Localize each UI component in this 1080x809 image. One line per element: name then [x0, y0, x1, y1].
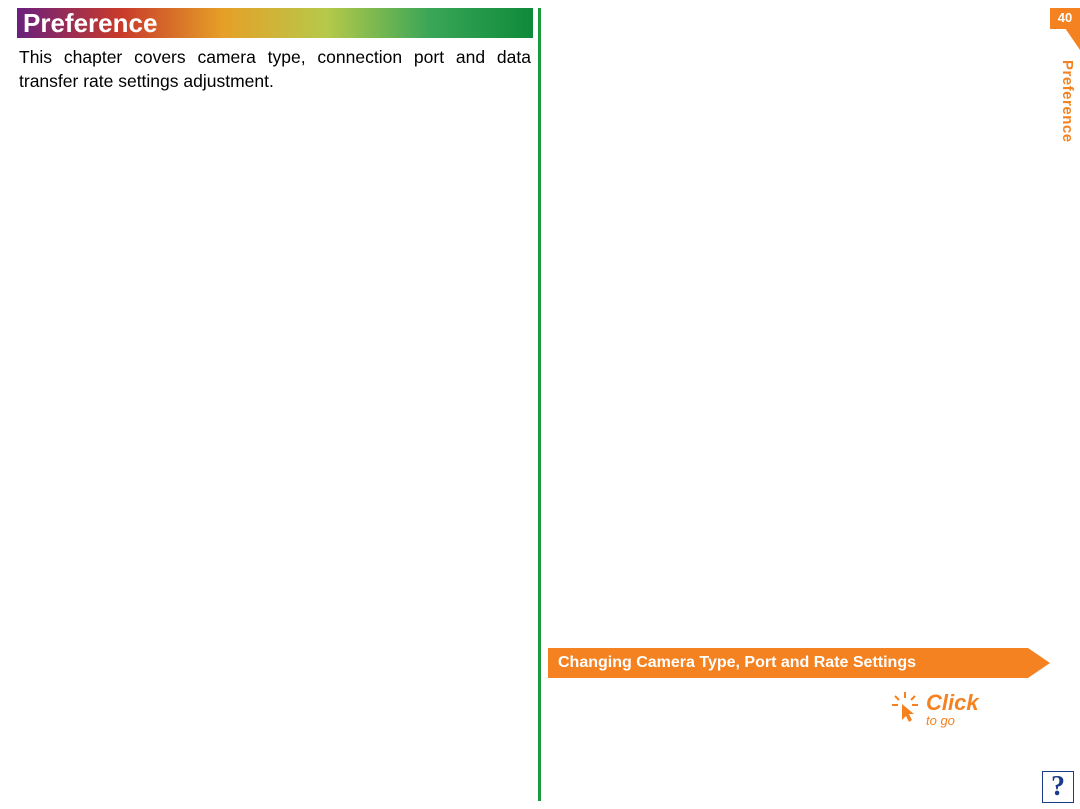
arrow-right-icon — [1028, 648, 1050, 678]
cursor-click-icon — [892, 692, 918, 724]
section-link-banner[interactable]: Changing Camera Type, Port and Rate Sett… — [548, 648, 1050, 678]
left-column: Preference This chapter covers camera ty… — [17, 8, 533, 93]
side-section-label: Preference — [1059, 60, 1076, 143]
page-number: 40 — [1050, 8, 1080, 29]
click-to-go[interactable]: Click to go — [892, 692, 979, 728]
tab-triangle-icon — [1050, 28, 1080, 50]
section-link-text: Changing Camera Type, Port and Rate Sett… — [548, 648, 1028, 678]
column-divider — [538, 8, 541, 801]
page-tab: 40 — [1050, 8, 1080, 50]
click-text-block: Click to go — [926, 692, 979, 728]
help-button[interactable]: ? — [1042, 771, 1074, 803]
chapter-title: Preference — [23, 8, 157, 39]
chapter-title-bar: Preference — [17, 8, 533, 38]
chapter-intro-text: This chapter covers camera type, connect… — [17, 46, 533, 93]
click-label: Click — [926, 692, 979, 714]
question-mark-icon: ? — [1051, 773, 1065, 801]
click-sub-label: to go — [926, 713, 979, 728]
